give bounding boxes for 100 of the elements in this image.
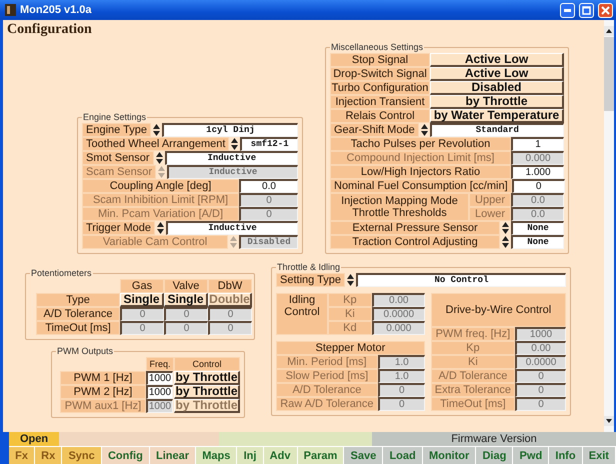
row-label: PWM 2 [Hz] — [60, 385, 146, 399]
nav-button[interactable]: Load — [383, 446, 423, 464]
field-label: Kd — [328, 321, 372, 335]
toggle-button[interactable]: Disabled — [430, 81, 564, 95]
field-label: Turbo Configuration — [330, 81, 430, 95]
field-label: Relais Control — [330, 109, 430, 123]
select-field[interactable]: Inductive — [166, 221, 298, 235]
number-field[interactable]: 0 — [512, 179, 565, 193]
field-label: Low/High Injectors Ratio — [330, 165, 511, 179]
field-label: Lower — [469, 207, 511, 221]
select-field[interactable]: None — [511, 235, 564, 249]
group-title: Engine Settings — [82, 112, 148, 122]
field-label: Scam Inhibition Limit [RPM] — [82, 193, 239, 207]
firmware-version: Firmware Version — [372, 432, 616, 446]
number-field[interactable]: 1000 — [146, 385, 173, 399]
select-field[interactable]: None — [511, 221, 564, 235]
field-label: Raw A/D Tolerance — [276, 397, 378, 411]
page-title: Configuration — [7, 22, 92, 38]
row-label: PWM aux1 [Hz] — [60, 399, 146, 413]
field-label: Trigger Mode — [82, 221, 156, 235]
minimize-icon — [564, 8, 571, 12]
column-header: Freq. — [146, 357, 174, 371]
window-title: Mon205 v1.0a — [20, 4, 93, 16]
field-label: Kp — [328, 293, 372, 307]
nav-button[interactable]: Config — [102, 446, 150, 464]
number-field[interactable]: 1 — [511, 137, 564, 151]
group-title: Potentiometers — [30, 268, 93, 278]
spinner-icon[interactable] — [157, 222, 164, 234]
nav-button[interactable]: Exit — [582, 446, 616, 464]
toggle-button[interactable]: Single — [120, 293, 164, 307]
field-label: PWM freq. [Hz] — [430, 327, 515, 341]
connection-status: Open — [9, 432, 59, 446]
field-label: Gear-Shift Mode — [330, 123, 419, 137]
number-field[interactable]: 0.0 — [239, 179, 298, 193]
toggle-button[interactable]: by Throttle — [174, 371, 240, 385]
field-label: Injection Transient — [330, 95, 430, 109]
minimize-button[interactable] — [560, 2, 575, 18]
nav-button[interactable]: Info — [549, 446, 583, 464]
select-field[interactable]: Standard — [430, 123, 564, 137]
field-label: Kp — [430, 341, 515, 355]
field-label: Setting Type — [276, 273, 345, 287]
field-label: Ki — [430, 355, 515, 369]
nav-button[interactable]: Save — [344, 446, 384, 464]
field-label: Scam Sensor — [82, 165, 156, 179]
field-label: Injection Mapping Mode Throttle Thresholds — [330, 193, 469, 221]
nav-button[interactable]: Diag — [476, 446, 514, 464]
field-label: Smot Sensor — [82, 151, 154, 165]
group-title: Miscellaneous Settings — [330, 42, 424, 52]
section-title: Idling Control — [276, 293, 328, 335]
toggle-button[interactable]: by Water Temperature — [430, 109, 564, 123]
field-label: A/D Tolerance — [430, 369, 515, 383]
select-field[interactable]: Inductive — [164, 151, 298, 165]
spinner-icon[interactable] — [420, 124, 428, 136]
nav-button[interactable]: Param — [298, 446, 344, 464]
column-header: Control — [174, 357, 240, 371]
spinner-icon[interactable] — [231, 138, 238, 150]
toggle-button[interactable]: by Throttle — [430, 95, 564, 109]
section-title: Drive-by-Wire Control — [430, 293, 566, 327]
nav-button[interactable]: Linear — [150, 446, 196, 464]
nav-button[interactable]: Pwd — [513, 446, 550, 464]
field-label: TimeOut [ms] — [430, 397, 515, 411]
select-field[interactable]: 1cyl Dinj — [162, 123, 298, 137]
group-title: PWM Outputs — [56, 346, 114, 356]
field-label: Traction Control Adjusting — [330, 235, 500, 249]
field-label: Toothed Wheel Arrangement — [82, 137, 230, 151]
close-icon — [601, 6, 610, 14]
field-label: Extra Tolerance — [430, 383, 515, 397]
field-label: Upper — [469, 193, 511, 207]
toggle-button[interactable]: by Throttle — [174, 385, 240, 399]
field-label: Slow Period [ms] — [276, 369, 378, 383]
spinner-icon[interactable] — [502, 236, 509, 248]
select-field[interactable]: No Control — [356, 273, 566, 287]
toggle-button[interactable]: Single — [164, 293, 208, 307]
field-label: Coupling Angle [deg] — [82, 179, 239, 193]
row-label: Type — [36, 293, 120, 307]
nav-button[interactable]: Monitor — [422, 446, 476, 464]
spinner-icon[interactable] — [156, 152, 163, 164]
column-header: Gas — [120, 279, 164, 293]
field-label: Variable Cam Control — [82, 235, 228, 249]
column-header: Valve — [164, 279, 208, 293]
maximize-icon — [582, 6, 591, 14]
field-label: Min. Period [ms] — [276, 355, 378, 369]
select-field[interactable]: smf12-1 — [240, 137, 298, 151]
number-field[interactable]: 1.000 — [511, 165, 564, 179]
toggle-button[interactable]: Active Low — [430, 67, 564, 81]
field-label: Drop-Switch Signal — [330, 67, 430, 81]
scrollbar[interactable] — [604, 20, 614, 432]
number-field[interactable]: 1000 — [146, 371, 173, 385]
close-button[interactable] — [598, 2, 613, 18]
spinner-icon[interactable] — [152, 124, 160, 136]
group-title: Throttle & Idling — [276, 262, 342, 272]
toggle-button[interactable]: Active Low — [430, 53, 564, 67]
field-label: Tacho Pulses per Revolution — [330, 137, 511, 151]
maximize-button[interactable] — [579, 2, 594, 18]
nav-button[interactable]: Adv — [264, 446, 298, 464]
nav-button[interactable]: Inj — [237, 446, 264, 464]
nav-button[interactable]: Maps — [196, 446, 238, 464]
spinner-icon[interactable] — [346, 274, 354, 286]
spinner-icon[interactable] — [502, 222, 509, 234]
field-label: Min. Pcam Variation [A/D] — [82, 207, 239, 221]
